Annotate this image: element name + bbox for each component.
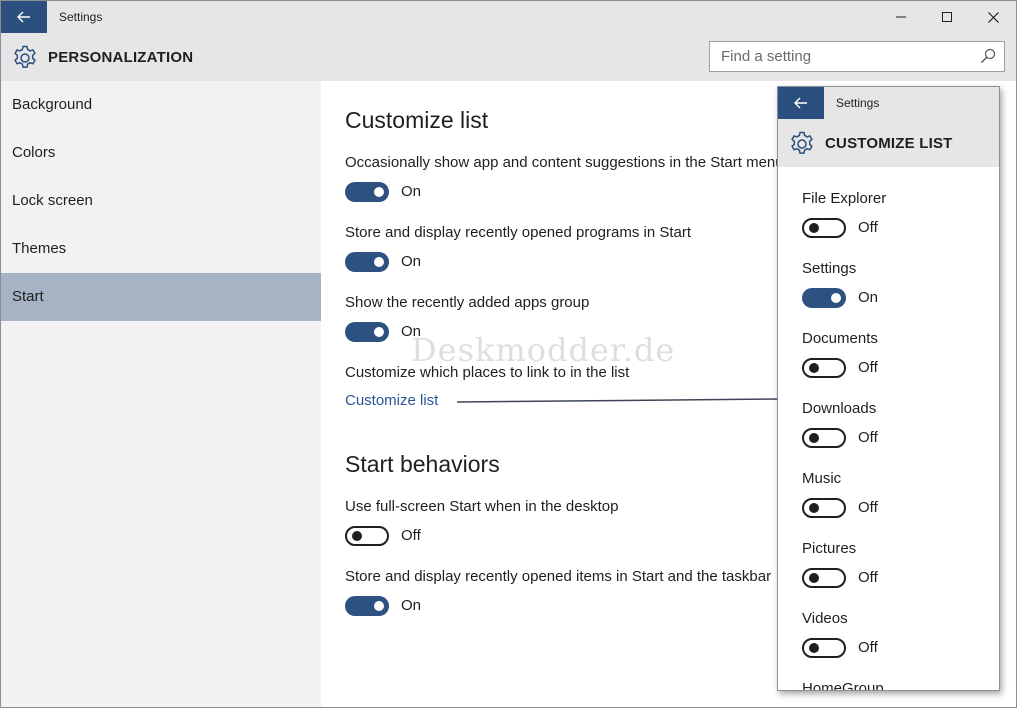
popup-header: CUSTOMIZE LIST [778,119,999,167]
toggle-state-label: On [401,183,422,200]
minimize-button[interactable] [878,1,924,33]
gear-icon [791,131,813,154]
search-input[interactable] [710,42,970,71]
popup-label-homegroup: HomeGroup [802,680,884,691]
minimize-icon [896,16,906,18]
toggle-row-full-screen-start: Off [345,526,545,546]
popup-title-bar: Settings [778,87,999,119]
setting-label-full-screen-start: Use full-screen Start when in the deskto… [345,498,619,515]
toggle-state-label: Off [858,429,878,446]
toggle-state-label: Off [858,639,878,656]
popup-label-pictures: Pictures [802,540,857,557]
toggle-recently-added[interactable] [345,322,389,342]
toggle-knob [352,531,362,541]
close-icon [987,11,999,23]
toggle-pictures[interactable] [802,568,846,588]
toggle-file-explorer[interactable] [802,218,846,238]
toggle-knob [809,223,819,233]
section-title-start-behaviors: Start behaviors [345,451,500,477]
toggle-row-recent-items: On [345,596,545,616]
setting-label-recently-added: Show the recently added apps group [345,294,590,311]
toggle-recent-items[interactable] [345,596,389,616]
setting-label-suggestions: Occasionally show app and content sugges… [345,154,784,171]
toggle-knob [374,257,384,267]
popup-toggle-row-videos: Off [802,638,952,658]
title-bar: Settings [1,1,1016,33]
toggle-knob [809,503,819,513]
sidebar-item-lock-screen[interactable]: Lock screen [1,177,321,225]
toggle-music[interactable] [802,498,846,518]
settings-window: Settings PERSONALIZATION Backg [0,0,1017,708]
toggle-suggestions[interactable] [345,182,389,202]
popup-label-videos: Videos [802,610,848,627]
toggle-state-label: On [401,253,422,270]
sidebar-item-colors[interactable]: Colors [1,129,321,177]
watermark: Deskmodder.de [411,331,676,369]
window-title: Settings [59,10,103,24]
popup-body: File Explorer Off Settings On Documents … [778,167,999,691]
toggle-state-label: Off [858,359,878,376]
setting-label-recent-programs: Store and display recently opened progra… [345,224,692,241]
sidebar-item-start[interactable]: Start [1,273,321,321]
popup-page-title: CUSTOMIZE LIST [825,135,953,152]
popup-label-music: Music [802,470,842,487]
popup-toggle-row-downloads: Off [802,428,952,448]
toggle-state-label: Off [858,219,878,236]
toggle-knob [374,327,384,337]
popup-back-button[interactable] [778,87,824,119]
toggle-state-label: Off [401,527,421,544]
back-button[interactable] [1,1,47,33]
toggle-recent-programs[interactable] [345,252,389,272]
toggle-knob [809,643,819,653]
toggle-settings[interactable] [802,288,846,308]
toggle-documents[interactable] [802,358,846,378]
popup-toggle-row-music: Off [802,498,952,518]
maximize-icon [942,12,952,22]
setting-label-recent-items: Store and display recently opened items … [345,568,772,585]
toggle-row-recent-programs: On [345,252,545,272]
toggle-knob [374,187,384,197]
toggle-full-screen-start[interactable] [345,526,389,546]
popup-toggle-row-documents: Off [802,358,952,378]
search-icon[interactable] [980,48,996,64]
toggle-knob [374,601,384,611]
popup-label-documents: Documents [802,330,878,347]
toggle-state-label: Off [858,569,878,586]
search-box[interactable] [709,41,1005,72]
toggle-knob [831,293,841,303]
toggle-row-suggestions: On [345,182,545,202]
page-title: PERSONALIZATION [48,49,194,66]
customize-list-link[interactable]: Customize list [345,392,438,409]
page-header: PERSONALIZATION [1,33,1016,81]
popup-label-file-explorer: File Explorer [802,190,887,207]
toggle-state-label: On [858,289,879,306]
popup-toggle-row-file-explorer: Off [802,218,952,238]
toggle-videos[interactable] [802,638,846,658]
close-button[interactable] [970,1,1016,33]
popup-label-downloads: Downloads [802,400,877,417]
back-arrow-icon [17,11,30,23]
toggle-state-label: On [401,597,422,614]
section-title-customize-list: Customize list [345,107,489,133]
toggle-knob [809,573,819,583]
toggle-knob [809,363,819,373]
annotation-arrow [456,393,793,405]
popup-toggle-row-settings: On [802,288,952,308]
popup-toggle-row-pictures: Off [802,568,952,588]
sidebar-item-background[interactable]: Background [1,81,321,129]
customize-list-popup: Settings CUSTOMIZE LIST File Explorer Of… [777,86,1000,691]
gear-icon [14,45,36,68]
maximize-button[interactable] [924,1,970,33]
popup-label-settings: Settings [802,260,857,277]
toggle-state-label: Off [858,499,878,516]
sidebar: Background Colors Lock screen Themes Sta… [1,81,321,707]
toggle-knob [809,433,819,443]
toggle-downloads[interactable] [802,428,846,448]
sidebar-item-themes[interactable]: Themes [1,225,321,273]
popup-window-title: Settings [836,96,880,110]
back-arrow-icon [794,97,807,109]
